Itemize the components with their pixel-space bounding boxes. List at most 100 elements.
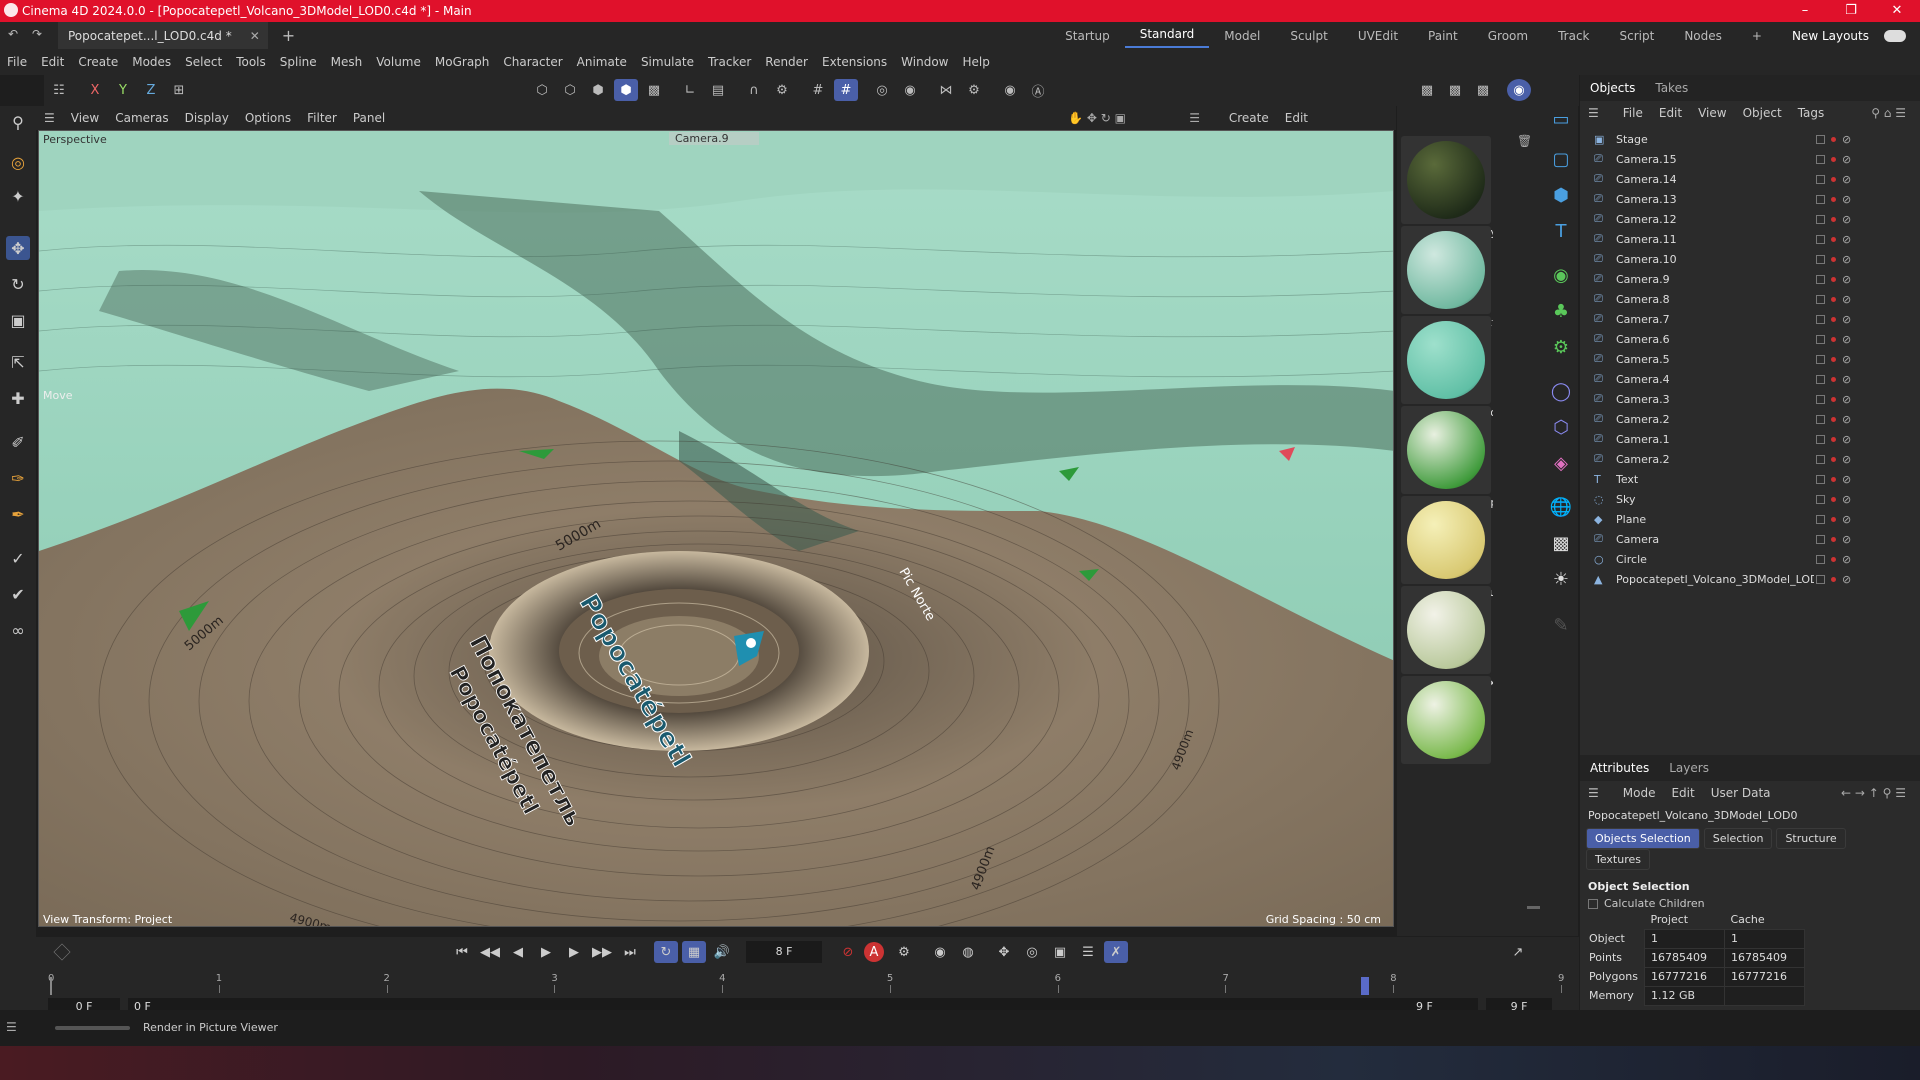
cube-icon[interactable]: ▭ (1548, 106, 1574, 132)
points-mode-icon[interactable]: ⬡ (530, 79, 554, 101)
light-icon[interactable]: ☀ (1548, 566, 1574, 592)
layer-checkbox[interactable] (1816, 214, 1825, 224)
layer-checkbox[interactable] (1816, 514, 1825, 524)
generator-icon[interactable]: ◉ (1548, 262, 1574, 288)
layer-checkbox[interactable] (1816, 494, 1825, 504)
layout-tab-script[interactable]: Script (1605, 29, 1670, 43)
coordinate-system-icon[interactable]: ⊞ (167, 79, 191, 101)
layer-checkbox[interactable] (1816, 254, 1825, 264)
visibility-dot[interactable] (1831, 536, 1836, 542)
menu-mograph[interactable]: MoGraph (428, 55, 497, 69)
magnet-icon[interactable]: ∩ (742, 79, 766, 101)
3d-viewport[interactable]: Popocatépetl Попокатепетль Popocatépetl … (38, 130, 1394, 927)
tag-icon[interactable]: ⊘ (1842, 453, 1851, 466)
x-axis-toggle[interactable]: X (83, 79, 107, 101)
camera-object-icon[interactable]: ▩ (1548, 530, 1574, 556)
tag-icon[interactable]: ⊘ (1842, 493, 1851, 506)
restore-icon[interactable]: ❐ (1828, 0, 1874, 22)
field-icon[interactable]: ⬡ (1548, 414, 1574, 440)
menu-edit[interactable]: Edit (34, 55, 71, 69)
menu-spline[interactable]: Spline (273, 55, 324, 69)
pla-icon[interactable]: ▣ (1048, 941, 1072, 963)
object-row[interactable]: ⎚ Camera.3 ⊘ (1580, 389, 1920, 409)
object-row[interactable]: ▲ Popocatepetl_Volcano_3DModel_LOD0 ⊘ (1580, 569, 1920, 589)
attribute-nav-icons[interactable]: ← → ↑ ⚲ ☰ (1833, 786, 1914, 800)
object-row[interactable]: ⎚ Camera.1 ⊘ (1580, 429, 1920, 449)
layer-checkbox[interactable] (1816, 294, 1825, 304)
lock-icon[interactable]: ◉ (998, 79, 1022, 101)
attribute-subtab-structure[interactable]: Structure (1776, 828, 1846, 849)
effector-icon[interactable]: ⚙ (1548, 334, 1574, 360)
attribute-subtab-objects-selection[interactable]: Objects Selection (1586, 828, 1700, 849)
visibility-dot[interactable] (1831, 396, 1836, 402)
object-menu-view[interactable]: View (1690, 106, 1734, 120)
material-swatch[interactable]: AG_Topomap_Tex (1401, 586, 1493, 689)
object-row[interactable]: ⎚ Camera.7 ⊘ (1580, 309, 1920, 329)
layout-tab-sculpt[interactable]: Sculpt (1275, 29, 1342, 43)
layout-tab-standard[interactable]: Standard (1124, 23, 1210, 48)
visibility-dot[interactable] (1831, 196, 1836, 202)
tag-icon[interactable]: ⊘ (1842, 413, 1851, 426)
tag-icon[interactable]: ⊘ (1842, 313, 1851, 326)
menu-tools[interactable]: Tools (229, 55, 273, 69)
object-row[interactable]: ⎚ Camera.13 ⊘ (1580, 189, 1920, 209)
object-row[interactable]: ⎚ Camera ⊘ (1580, 529, 1920, 549)
object-row[interactable]: ◆ Plane ⊘ (1580, 509, 1920, 529)
spline-pen-icon[interactable]: ✐ (6, 430, 30, 454)
delete-material-icon[interactable]: 🗑 (1517, 134, 1532, 148)
rotate-tool-icon[interactable]: ↻ (6, 272, 30, 296)
render-view-icon[interactable]: ▩ (1415, 79, 1439, 101)
object-menu-edit[interactable]: Edit (1651, 106, 1690, 120)
object-row[interactable]: ⎚ Camera.12 ⊘ (1580, 209, 1920, 229)
keyframe-icon[interactable] (53, 943, 71, 961)
polygons-mode-icon[interactable]: ⬢ (586, 79, 610, 101)
viewport-nav-icons[interactable]: ✋ ✥ ↻ ▣ (1068, 111, 1126, 125)
tag-icon[interactable]: ⊘ (1842, 573, 1851, 586)
brush-icon[interactable]: ✓ (6, 546, 30, 570)
object-row[interactable]: ⎚ Camera.11 ⊘ (1580, 229, 1920, 249)
object-manager-menu-icon[interactable]: ☰ (1580, 106, 1607, 120)
visibility-dot[interactable] (1831, 476, 1836, 482)
layer-checkbox[interactable] (1816, 534, 1825, 544)
interpolation-icon[interactable]: ✗ (1104, 941, 1128, 963)
viewport-menu-view[interactable]: View (63, 111, 107, 125)
object-row[interactable]: ⎚ Camera.15 ⊘ (1580, 149, 1920, 169)
viewport-menu-panel[interactable]: Panel (345, 111, 393, 125)
layer-checkbox[interactable] (1816, 154, 1825, 164)
edges-mode-icon[interactable]: ⬡ (558, 79, 582, 101)
paint-brush-icon[interactable]: ✒ (6, 502, 30, 526)
tag-icon[interactable]: ⊘ (1842, 353, 1851, 366)
visibility-dot[interactable] (1831, 496, 1836, 502)
fps-icon[interactable]: ▦ (682, 941, 706, 963)
layer-checkbox[interactable] (1816, 274, 1825, 284)
visibility-dot[interactable] (1831, 316, 1836, 322)
settings-gear-icon[interactable]: ⚙ (962, 79, 986, 101)
attribute-subtab-textures[interactable]: Textures (1586, 849, 1650, 870)
snap-icon[interactable]: # (806, 79, 830, 101)
status-menu-icon[interactable]: ☰ (6, 1020, 17, 1034)
material-swatch[interactable]: GLandscape_Textu (1401, 226, 1493, 329)
spline-icon[interactable]: ▢ (1548, 146, 1574, 172)
key-settings-icon[interactable]: ⚙ (892, 941, 916, 963)
tag-icon[interactable]: ⊘ (1842, 153, 1851, 166)
visibility-dot[interactable] (1831, 556, 1836, 562)
lasso-icon[interactable]: ∞ (6, 618, 30, 642)
layer-checkbox[interactable] (1816, 174, 1825, 184)
menu-simulate[interactable]: Simulate (634, 55, 701, 69)
visibility-dot[interactable] (1831, 436, 1836, 442)
layer-checkbox[interactable] (1816, 554, 1825, 564)
layer-checkbox[interactable] (1816, 454, 1825, 464)
environment-icon[interactable]: 🌐 (1548, 494, 1574, 520)
tag-icon[interactable]: ⊘ (1842, 293, 1851, 306)
redshift-icon[interactable]: ◉ (1507, 79, 1531, 101)
workplane-icon[interactable]: ◎ (870, 79, 894, 101)
menu-create[interactable]: Create (71, 55, 125, 69)
grid-snap-icon[interactable]: # (834, 79, 858, 101)
tag-icon[interactable]: ⊘ (1842, 473, 1851, 486)
redo-icon[interactable]: ↷ (32, 27, 42, 41)
tag-icon[interactable]: ⊘ (1842, 133, 1851, 146)
render-region-icon[interactable]: ◉ (898, 79, 922, 101)
object-manager-search-icon[interactable]: ⚲ ⌂ ☰ (1863, 106, 1914, 120)
transfer-tool-icon[interactable]: ⇱ (6, 350, 30, 374)
param-icon[interactable]: ◎ (1020, 941, 1044, 963)
